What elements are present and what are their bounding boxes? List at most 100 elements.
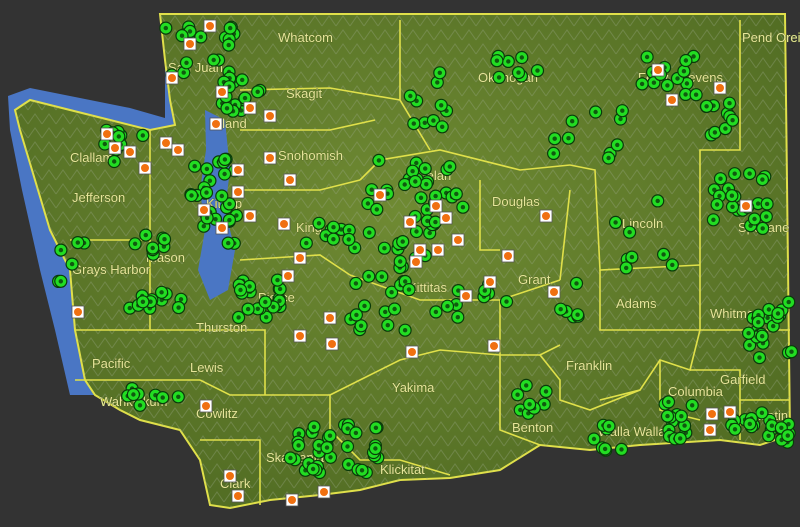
green-site-marker-center [765,315,770,320]
green-site-marker-center [224,106,230,111]
green-site-marker-center [345,426,350,431]
orange-site-marker-dot [716,84,724,92]
green-site-marker-center [263,299,268,305]
green-site-marker-center [228,25,233,31]
orange-site-marker-dot [234,492,242,500]
green-site-marker-center [535,68,540,73]
green-site-marker-center [75,240,81,245]
green-site-marker-center [347,228,352,233]
green-site-marker-center [683,92,688,97]
green-site-marker-center [627,230,632,235]
green-site-marker-center [445,304,450,309]
green-site-marker-center [558,307,563,312]
green-site-marker-center [644,54,650,60]
green-site-marker-center [764,201,770,207]
county-label-klickitat: Klickitat [380,462,425,477]
orange-site-marker-dot [234,166,242,174]
green-site-marker-center [69,261,75,267]
green-site-marker-center [730,204,735,209]
green-site-marker-center [482,288,487,293]
orange-site-marker-dot [726,408,734,416]
green-site-marker-center [403,279,408,284]
green-site-marker-center [311,424,317,430]
green-site-marker-center [691,54,696,59]
green-site-marker-center [422,120,427,126]
county-label-grant: Grant [518,272,551,287]
green-site-marker-center [435,80,440,85]
green-site-marker-center [518,407,523,413]
orange-site-marker-dot [141,164,149,172]
county-label-franklin: Franklin [566,358,612,373]
green-site-marker-center [275,277,280,283]
green-site-marker-center [718,176,723,181]
green-site-marker-center [779,425,784,430]
green-site-marker-center [712,130,718,135]
green-site-marker-center [140,133,145,138]
green-site-marker-center [414,229,419,234]
green-site-marker-center [606,423,612,429]
green-site-marker-center [143,232,148,238]
orange-site-marker-dot [550,288,558,296]
green-site-marker-center [693,92,699,97]
orange-site-marker-dot [542,212,550,220]
green-site-marker-center [527,402,532,407]
green-site-marker-center [328,455,333,460]
green-site-marker-center [331,225,336,230]
green-site-marker-center [433,193,438,199]
green-site-marker-center [201,224,206,229]
green-site-marker-center [423,166,428,171]
green-site-marker-center [515,392,520,397]
green-site-marker-center [236,315,241,320]
green-site-marker-center [346,237,351,242]
green-site-marker-center [683,58,689,63]
orange-site-marker-dot [668,96,676,104]
green-site-marker-center [359,468,365,473]
green-site-marker-center [447,164,452,169]
green-site-marker-center [376,158,382,163]
orange-site-marker-dot [212,120,220,128]
green-site-marker-center [732,427,738,432]
green-site-marker-center [730,118,735,123]
green-site-marker-center [179,33,185,38]
orange-site-marker-dot [486,278,494,286]
green-site-marker-center [613,220,618,225]
green-site-marker-center [566,136,571,141]
green-site-marker-center [327,433,333,438]
green-site-marker-center [665,83,670,88]
green-site-marker-center [316,221,322,226]
orange-site-marker-dot [434,246,442,254]
green-site-marker-center [665,413,670,419]
green-site-marker-center [242,95,248,101]
green-site-marker-center [760,177,765,182]
green-site-marker-center [226,42,231,48]
green-site-marker-center [255,89,260,95]
green-site-marker-center [58,279,63,284]
green-site-marker-center [227,201,232,207]
orange-site-marker-dot [174,146,182,154]
green-site-marker-center [575,312,580,317]
orange-site-marker-dot [226,472,234,480]
green-site-marker-center [431,118,436,123]
green-site-marker-center [746,331,751,336]
green-site-marker-center [679,414,684,419]
green-site-marker-center [255,306,260,311]
green-site-marker-center [524,383,529,388]
green-site-marker-center [666,399,671,405]
green-site-marker-center [620,108,625,113]
green-site-marker-center [506,59,511,64]
green-site-marker-center [729,193,735,198]
green-site-marker-center [176,394,181,399]
green-site-marker-center [786,299,791,305]
green-site-marker-center [670,262,675,268]
green-site-marker-center [504,299,509,304]
green-site-marker-center [198,34,203,40]
green-site-marker-center [789,349,794,354]
green-site-marker-center [137,403,143,408]
green-site-marker-center [624,265,629,271]
green-site-marker-center [181,70,186,75]
green-site-marker-center [651,80,657,85]
green-site-marker-center [418,195,424,200]
orange-site-marker-dot [654,66,662,74]
green-site-marker-center [411,121,416,126]
green-site-marker-center [353,430,359,436]
